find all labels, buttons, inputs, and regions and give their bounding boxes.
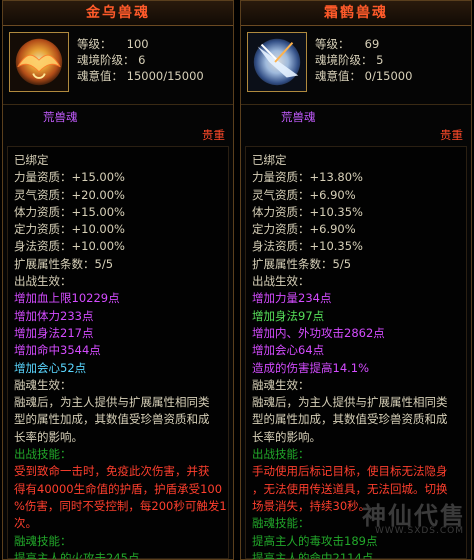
attribute-line: 融魂生效： xyxy=(14,377,72,392)
attribute-line: 出战生效： xyxy=(252,274,310,289)
beast-soul-card-shuanghe: 霜鹤兽魂 等级： 69 魂境阶级： 5 魂意值： 0/15000 荒兽魂 贵重 … xyxy=(240,0,472,560)
attribute-line: 增加血上限10229点 xyxy=(14,291,120,306)
card-title: 金乌兽魂 xyxy=(3,1,233,26)
will-label: 魂意值： xyxy=(315,69,361,83)
stage-row: 魂境阶级： 5 xyxy=(315,52,383,68)
will-label: 魂意值： xyxy=(77,69,123,83)
attribute-line: 力量资质：+13.80% xyxy=(252,170,363,185)
attribute-line: 提高主人的命中2114点 xyxy=(252,550,374,560)
will-row: 魂意值： 0/15000 xyxy=(315,68,412,84)
attribute-line: 出战技能： xyxy=(252,447,310,462)
stage-value: 5 xyxy=(376,53,384,67)
attribute-line: 长率的影响。 xyxy=(14,429,83,444)
attribute-line: 型的属性加成，其数值受珍兽资质和成 xyxy=(14,412,210,427)
will-row: 魂意值： 15000/15000 xyxy=(77,68,204,84)
rarity-badge: 贵重 xyxy=(440,128,463,142)
attribute-line: 增加命中3544点 xyxy=(14,343,101,358)
attribute-line: 长率的影响。 xyxy=(252,429,321,444)
level-label: 等级： xyxy=(77,37,112,51)
attribute-line: 增加力量234点 xyxy=(252,291,332,306)
attribute-line: 身法资质：+10.35% xyxy=(252,239,363,254)
divider xyxy=(241,104,471,105)
frost-crane-soul-icon[interactable] xyxy=(247,32,307,92)
divider xyxy=(3,104,233,105)
attribute-line: 灵气资质：+6.90% xyxy=(252,187,356,202)
level-value: 69 xyxy=(364,37,380,51)
attribute-line: 融魂生效： xyxy=(252,377,310,392)
attribute-line: 增加体力233点 xyxy=(14,308,94,323)
attribute-line: 力量资质：+15.00% xyxy=(14,170,125,185)
attribute-line: 造成的伤害提高14.1% xyxy=(252,360,370,375)
rarity-badge: 贵重 xyxy=(202,128,225,142)
attribute-line: 身法资质：+10.00% xyxy=(14,239,125,254)
attribute-line: %伤害，同时不受控制，每200秒可触发1 xyxy=(14,498,227,513)
attribute-line: 已绑定 xyxy=(14,153,49,167)
attribute-line: 增加内、外功攻击2862点 xyxy=(252,325,385,340)
attribute-line: 体力资质：+15.00% xyxy=(14,204,125,219)
attribute-line: 定力资质：+10.00% xyxy=(14,222,125,237)
card-title: 霜鹤兽魂 xyxy=(241,1,471,26)
attribute-line: 扩展属性条数：5/5 xyxy=(252,256,352,271)
attribute-line: 已绑定 xyxy=(252,153,287,167)
level-label: 等级： xyxy=(315,37,350,51)
will-value: 0/15000 xyxy=(364,69,413,83)
attribute-line: 融魂技能： xyxy=(14,533,72,548)
attribute-line: 扩展属性条数：5/5 xyxy=(14,256,114,271)
golden-crow-soul-icon[interactable] xyxy=(9,32,69,92)
attribute-line: 体力资质：+10.35% xyxy=(252,204,363,219)
will-value: 15000/15000 xyxy=(126,69,204,83)
beast-soul-card-jinwu: 金乌兽魂 等级： 100 魂境阶级： 6 魂意值： 15000/15000 荒兽… xyxy=(2,0,234,560)
attribute-line: 灵气资质：+20.00% xyxy=(14,187,125,202)
attribute-line: 出战生效： xyxy=(14,274,72,289)
level-row: 等级： 69 xyxy=(315,36,379,52)
stage-row: 魂境阶级： 6 xyxy=(77,52,145,68)
level-value: 100 xyxy=(126,37,149,51)
attribute-line: 增加会心52点 xyxy=(14,360,87,375)
attribute-line: 增加身法217点 xyxy=(14,325,94,340)
stage-label: 魂境阶级： xyxy=(315,53,373,67)
attribute-line: 融魂后，为主人提供与扩展属性相同类 xyxy=(14,395,210,410)
attribute-line: 型的属性加成，其数值受珍兽资质和成 xyxy=(252,412,448,427)
attributes-panel: 已绑定力量资质：+15.00% 灵气资质：+20.00% 体力资质：+15.00% 定… xyxy=(7,146,229,559)
site-watermark: 神仙代售 WWW.SXDS.COM xyxy=(306,496,466,540)
attribute-line: 融魂后，为主人提供与扩展属性相同类 xyxy=(252,395,448,410)
attribute-line: 手动使用后标记目标，使目标无法隐身 xyxy=(252,464,448,479)
stage-label: 魂境阶级： xyxy=(77,53,135,67)
attribute-line: 得有40000生命值的护盾，护盾承受100 xyxy=(14,481,223,496)
attribute-line: 受到致命一击时，免疫此次伤害，并获 xyxy=(14,464,210,479)
attribute-lines: 已绑定力量资质：+15.00% 灵气资质：+20.00% 体力资质：+15.00% 定… xyxy=(14,152,227,560)
stage-value: 6 xyxy=(138,53,146,67)
card-header: 等级： 100 魂境阶级： 6 魂意值： 15000/15000 xyxy=(3,26,233,106)
attribute-line: 定力资质：+6.90% xyxy=(252,222,356,237)
card-header: 等级： 69 魂境阶级： 5 魂意值： 0/15000 xyxy=(241,26,471,106)
attribute-line: 出战技能： xyxy=(14,447,72,462)
level-row: 等级： 100 xyxy=(77,36,149,52)
attribute-line: 增加会心64点 xyxy=(252,343,325,358)
attribute-line: 提高主人的火攻击245点 xyxy=(14,550,140,560)
watermark-url-text: WWW.SXDS.COM xyxy=(374,526,464,536)
attribute-line: 次。 xyxy=(14,516,37,531)
soul-type-name: 荒兽魂 xyxy=(43,110,78,124)
attribute-line: 增加身法97点 xyxy=(252,308,325,323)
soul-type-name: 荒兽魂 xyxy=(281,110,316,124)
